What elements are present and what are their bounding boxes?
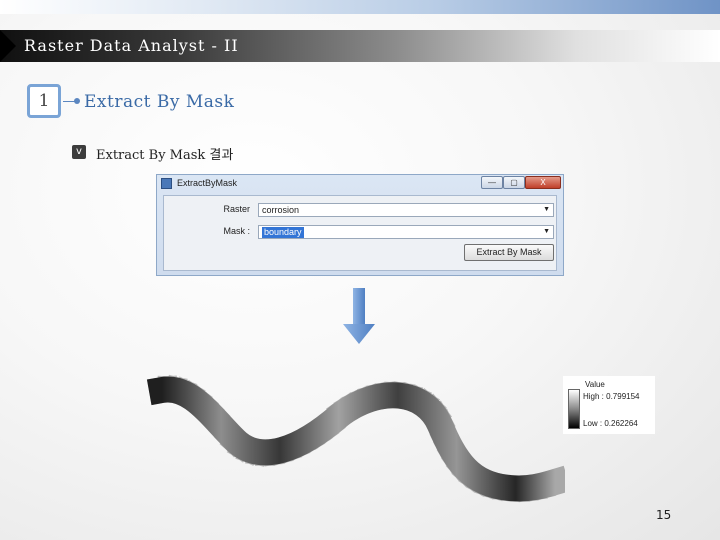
legend-low-value: Low : 0.262264: [583, 419, 638, 428]
dialog-body: Raster corrosion ▼ Mask : boundary ▼ Ext…: [163, 195, 557, 271]
chevron-down-icon[interactable]: ▼: [543, 226, 550, 238]
raster-select[interactable]: corrosion ▼: [258, 203, 554, 217]
masked-raster-map: [146, 376, 565, 502]
app-icon: [161, 178, 172, 189]
raster-legend: Value High : 0.799154 Low : 0.262264: [563, 376, 655, 434]
bullet-check-icon: v: [72, 145, 86, 159]
legend-high-value: High : 0.799154: [583, 392, 640, 401]
header-arrow-icon: [0, 30, 16, 62]
legend-color-ramp: [568, 389, 580, 429]
close-button[interactable]: X: [525, 176, 561, 189]
dialog-titlebar: ExtractByMask — ▢ X: [157, 175, 563, 193]
raster-select-value: corrosion: [262, 205, 300, 215]
mask-label: Mask :: [223, 226, 250, 236]
maximize-button[interactable]: ▢: [503, 176, 525, 189]
section-connector-dot: [74, 98, 80, 104]
extract-by-mask-dialog: ExtractByMask — ▢ X Raster corrosion ▼ M…: [156, 174, 564, 276]
extract-by-mask-button[interactable]: Extract By Mask: [464, 244, 554, 261]
minimize-button[interactable]: —: [481, 176, 503, 189]
arrow-down-icon: [343, 288, 375, 344]
chevron-down-icon[interactable]: ▼: [543, 204, 550, 216]
mask-select-value: boundary: [262, 227, 304, 238]
raster-label: Raster: [223, 204, 250, 214]
dialog-title: ExtractByMask: [177, 178, 238, 188]
bullet-text: Extract By Mask 결과: [96, 148, 234, 163]
section-number-badge: 1: [27, 84, 61, 118]
slide-title: Raster Data Analyst - II: [24, 36, 239, 55]
section-title: Extract By Mask: [84, 92, 235, 112]
legend-title: Value: [585, 380, 605, 389]
top-accent-band: [0, 0, 720, 14]
page-number: 15: [656, 508, 672, 522]
mask-select[interactable]: boundary ▼: [258, 225, 554, 239]
